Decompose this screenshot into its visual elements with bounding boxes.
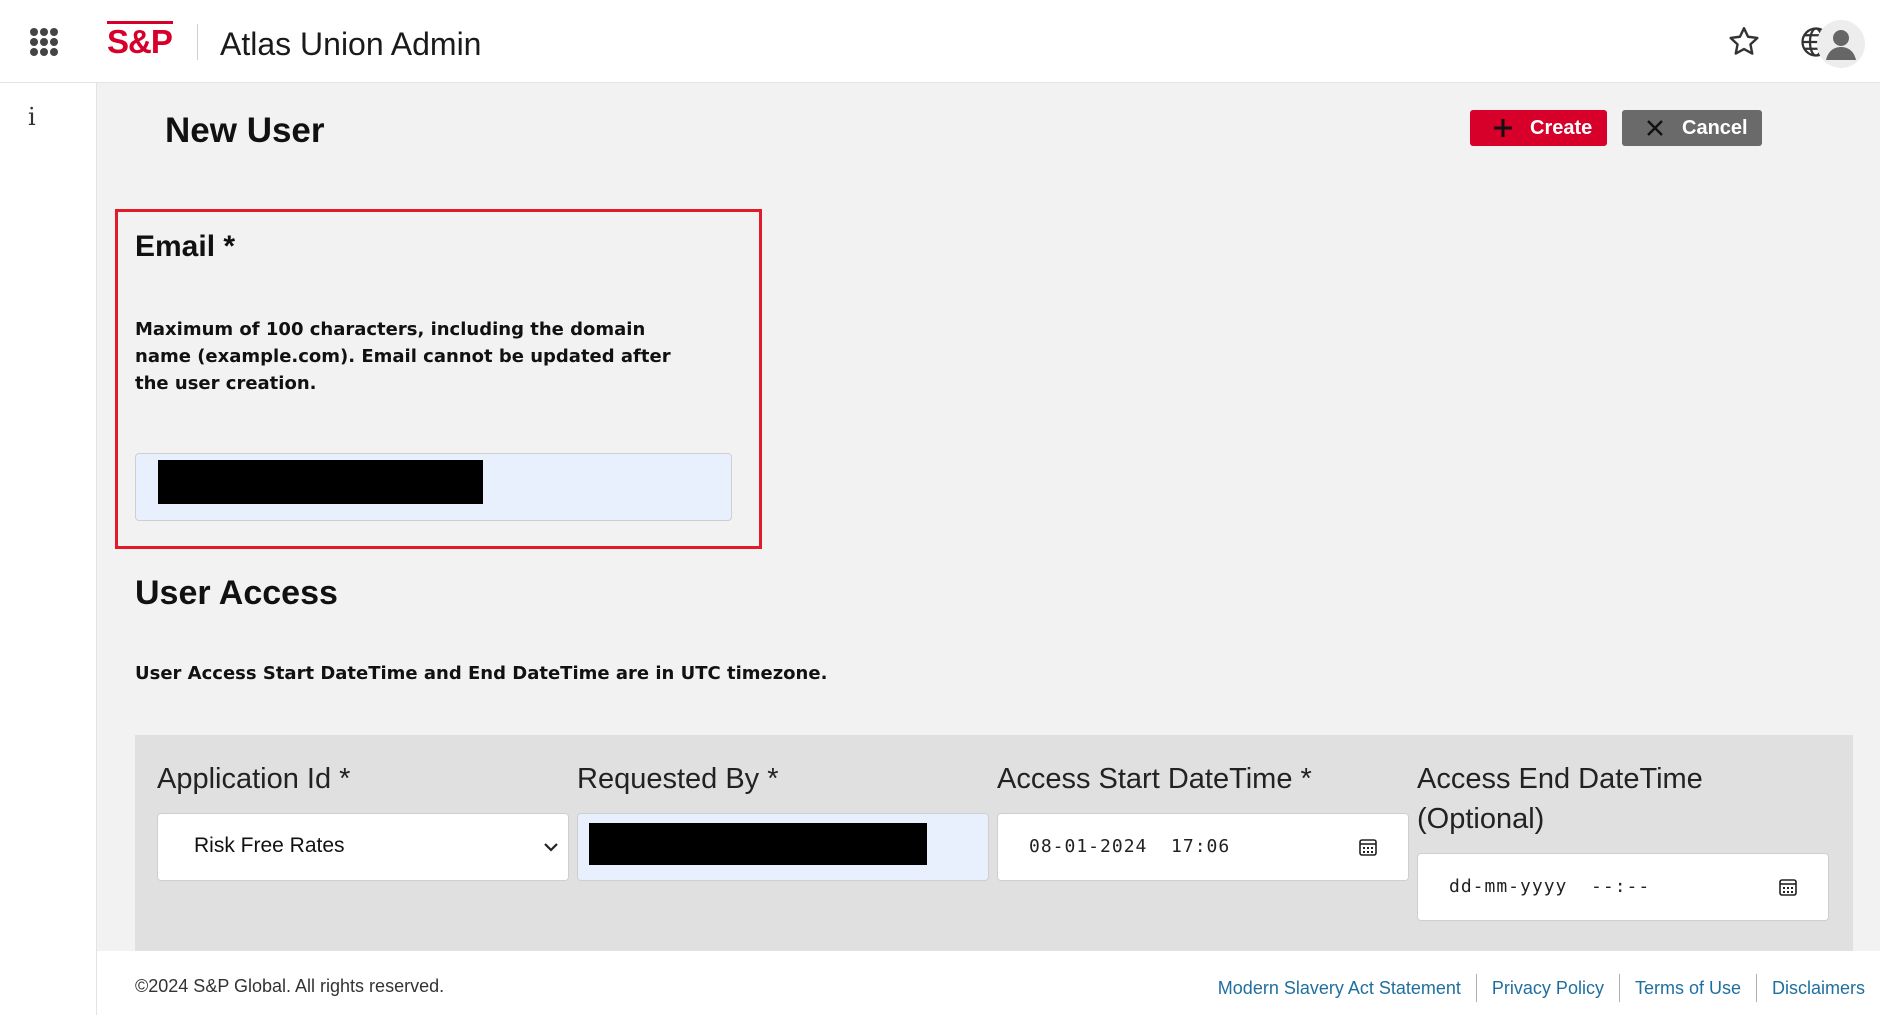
access-end-label: Access End DateTime (Optional) [1417, 763, 1703, 835]
access-end-datetime-field[interactable]: dd-mm-yyyy --:-- [1417, 853, 1829, 921]
footer-link-disclaimers[interactable]: Disclaimers [1755, 974, 1880, 1002]
sp-logo[interactable]: S&P [107, 22, 173, 62]
email-help-text: Maximum of 100 characters, including the… [135, 319, 671, 394]
requested-by-label: Requested By * [577, 763, 779, 795]
chevron-down-icon [544, 843, 558, 852]
redacted-block [589, 823, 927, 865]
left-rail: i [0, 83, 97, 1015]
cancel-button-label: Cancel [1682, 116, 1748, 139]
redacted-block [158, 460, 483, 504]
user-access-panel: Application Id * Risk Free Rates Request… [135, 735, 1853, 951]
close-icon [1644, 117, 1666, 139]
plus-icon [1492, 117, 1514, 139]
info-icon[interactable]: i [28, 103, 36, 131]
copyright-text: ©2024 S&P Global. All rights reserved. [135, 976, 445, 996]
footer-link-terms-of-use[interactable]: Terms of Use [1618, 974, 1756, 1002]
user-access-title: User Access [135, 574, 338, 612]
footer: ©2024 S&P Global. All rights reserved. M… [97, 951, 1880, 1015]
create-button-label: Create [1530, 116, 1593, 139]
header-divider [197, 24, 198, 60]
application-id-label: Application Id * [157, 763, 351, 795]
page-title: New User [165, 111, 325, 150]
requested-by-field[interactable] [577, 813, 989, 881]
apps-grid-icon[interactable] [30, 28, 58, 56]
access-start-datetime-field[interactable]: 08-01-2024 17:06 [997, 813, 1409, 881]
app-title: Atlas Union Admin [220, 26, 482, 62]
calendar-icon[interactable] [1778, 877, 1798, 897]
top-header: S&P Atlas Union Admin [0, 0, 1880, 83]
application-id-value: Risk Free Rates [194, 834, 345, 857]
footer-link-modern-slavery[interactable]: Modern Slavery Act Statement [1203, 974, 1476, 1002]
access-start-value: 08-01-2024 17:06 [1029, 836, 1231, 857]
footer-link-privacy-policy[interactable]: Privacy Policy [1475, 974, 1619, 1002]
application-id-select[interactable]: Risk Free Rates [157, 813, 569, 881]
calendar-icon[interactable] [1358, 837, 1378, 857]
utc-note: User Access Start DateTime and End DateT… [135, 663, 828, 684]
access-start-label: Access Start DateTime * [997, 763, 1312, 795]
user-avatar-icon[interactable] [1817, 20, 1865, 68]
cancel-button[interactable]: Cancel [1622, 110, 1762, 146]
footer-links: Modern Slavery Act Statement Privacy Pol… [1203, 974, 1880, 1002]
email-label: Email * [135, 230, 236, 263]
access-end-placeholder: dd-mm-yyyy --:-- [1449, 876, 1651, 897]
create-button[interactable]: Create [1470, 110, 1607, 146]
star-icon[interactable] [1726, 24, 1762, 60]
email-field[interactable] [135, 453, 732, 521]
